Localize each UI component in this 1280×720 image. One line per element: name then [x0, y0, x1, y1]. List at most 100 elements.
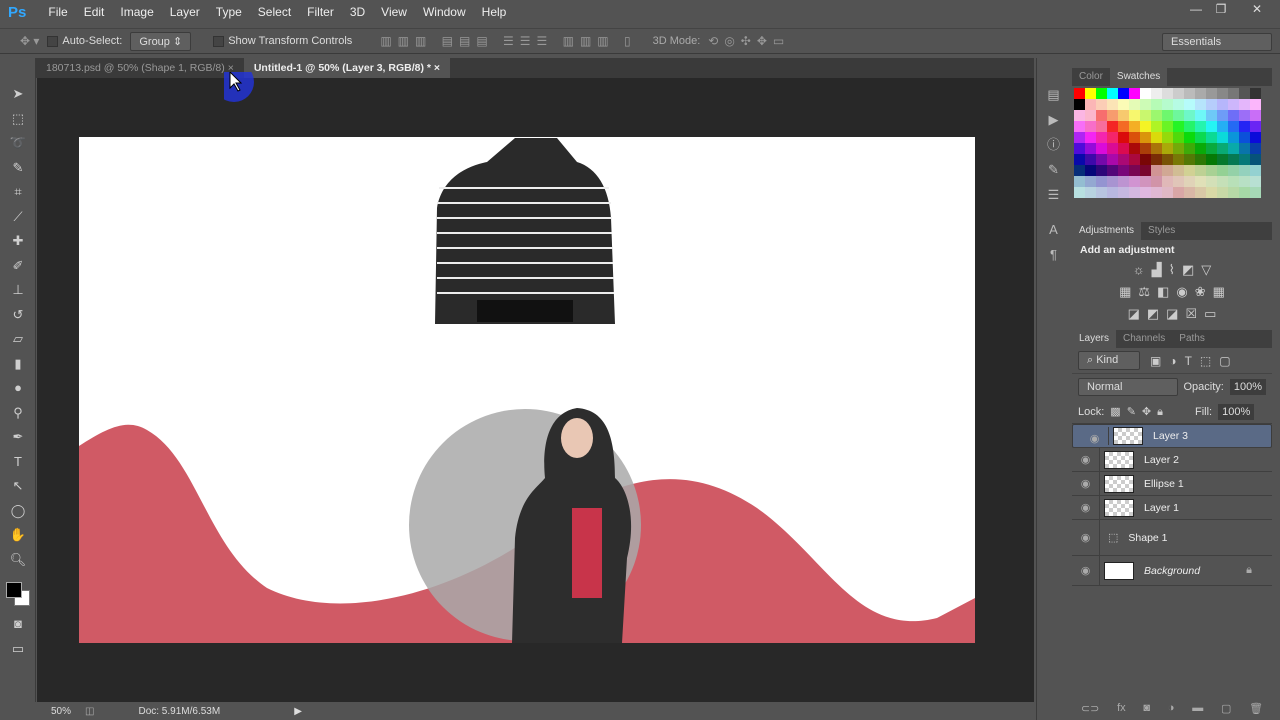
swatch[interactable] — [1129, 187, 1140, 198]
swatch[interactable] — [1206, 110, 1217, 121]
swatch[interactable] — [1206, 121, 1217, 132]
swatch[interactable] — [1096, 176, 1107, 187]
zoom-tool-icon[interactable]: 🔍︎ — [0, 548, 36, 573]
swatch[interactable] — [1096, 132, 1107, 143]
menu-view[interactable]: View — [373, 5, 415, 19]
layer-row-layer-1[interactable]: ◉ Layer 1 — [1072, 496, 1272, 520]
swatch[interactable] — [1228, 121, 1239, 132]
swatch[interactable] — [1173, 176, 1184, 187]
swatch[interactable] — [1096, 143, 1107, 154]
swatch[interactable] — [1118, 154, 1129, 165]
swatch[interactable] — [1074, 165, 1085, 176]
swatch[interactable] — [1140, 165, 1151, 176]
fill-input[interactable]: 100% — [1218, 403, 1255, 420]
swatch[interactable] — [1228, 143, 1239, 154]
workspace-dropdown[interactable]: Essentials — [1162, 33, 1272, 51]
swatch[interactable] — [1129, 154, 1140, 165]
swatch[interactable] — [1140, 121, 1151, 132]
type-tool-icon[interactable]: T — [0, 450, 36, 475]
swatch[interactable] — [1162, 121, 1173, 132]
kind-filter[interactable]: ⌕ Kind — [1078, 351, 1140, 370]
swatch[interactable] — [1162, 154, 1173, 165]
swatch[interactable] — [1184, 165, 1195, 176]
swatch[interactable] — [1239, 165, 1250, 176]
swatch[interactable] — [1074, 99, 1085, 110]
swatch[interactable] — [1096, 88, 1107, 99]
swatch[interactable] — [1162, 88, 1173, 99]
swatch[interactable] — [1239, 110, 1250, 121]
stamp-tool-icon[interactable]: ⊥ — [0, 278, 36, 303]
swatch[interactable] — [1118, 121, 1129, 132]
swatch[interactable] — [1074, 132, 1085, 143]
brush-tool-icon[interactable]: ✐ — [0, 254, 36, 279]
swatch[interactable] — [1129, 165, 1140, 176]
swatch[interactable] — [1107, 110, 1118, 121]
swatch[interactable] — [1118, 165, 1129, 176]
swatch[interactable] — [1195, 143, 1206, 154]
3d-mode-icons[interactable]: ⟲◎✣✥▭ — [708, 34, 790, 48]
fx-icon[interactable]: fx — [1117, 702, 1126, 720]
tab-layers[interactable]: Layers — [1072, 330, 1117, 348]
swatch[interactable] — [1162, 165, 1173, 176]
swatch[interactable] — [1162, 176, 1173, 187]
swatch[interactable] — [1129, 88, 1140, 99]
swatch[interactable] — [1107, 143, 1118, 154]
swatch[interactable] — [1228, 132, 1239, 143]
gradient-tool-icon[interactable]: ▮ — [0, 352, 36, 377]
swatch[interactable] — [1195, 165, 1206, 176]
opacity-input[interactable]: 100% — [1229, 379, 1266, 395]
swatch[interactable] — [1085, 99, 1096, 110]
eye-icon[interactable]: ◉ — [1072, 556, 1100, 585]
swatch[interactable] — [1129, 143, 1140, 154]
marquee-tool-icon[interactable]: ⬚ — [0, 107, 36, 132]
swatch[interactable] — [1151, 176, 1162, 187]
history-icon[interactable]: ▤ — [1037, 82, 1070, 107]
move-tool-icon[interactable]: ➤ — [0, 82, 36, 107]
swatch[interactable] — [1096, 99, 1107, 110]
swatch[interactable] — [1140, 88, 1151, 99]
eye-icon[interactable]: ◉ — [1072, 472, 1100, 495]
swatch[interactable] — [1250, 176, 1261, 187]
swatch[interactable] — [1173, 187, 1184, 198]
swatch[interactable] — [1206, 176, 1217, 187]
eye-icon[interactable]: ◉ — [1081, 427, 1109, 445]
swatch[interactable] — [1129, 121, 1140, 132]
menu-window[interactable]: Window — [415, 5, 474, 19]
swatch[interactable] — [1107, 132, 1118, 143]
swatch[interactable] — [1129, 99, 1140, 110]
tab-styles[interactable]: Styles — [1141, 222, 1182, 240]
swatch[interactable] — [1096, 187, 1107, 198]
auto-select-dropdown[interactable]: Group ⇕ — [130, 31, 192, 51]
swatch[interactable] — [1228, 110, 1239, 121]
swatch[interactable] — [1250, 88, 1261, 99]
swatch[interactable] — [1085, 176, 1096, 187]
swatch[interactable] — [1074, 176, 1085, 187]
swatch[interactable] — [1085, 187, 1096, 198]
swatch[interactable] — [1107, 121, 1118, 132]
swatch[interactable] — [1107, 165, 1118, 176]
swatch[interactable] — [1206, 154, 1217, 165]
swatch[interactable] — [1228, 154, 1239, 165]
swatch[interactable] — [1217, 99, 1228, 110]
swatch[interactable] — [1206, 99, 1217, 110]
swatch[interactable] — [1140, 132, 1151, 143]
menu-type[interactable]: Type — [208, 5, 250, 19]
swatch[interactable] — [1195, 154, 1206, 165]
zoom-level[interactable]: 50% — [51, 706, 71, 717]
swatch[interactable] — [1206, 132, 1217, 143]
trash-icon[interactable]: 🗑︎ — [1249, 702, 1263, 720]
mask-icon[interactable]: ◙ — [1143, 702, 1150, 720]
align-icons[interactable]: ▥▥▥ ▤▤▤ ☰☰☰ ▥▥▥ ▯ — [380, 34, 636, 48]
ellipse-tool-icon[interactable]: ◯ — [0, 499, 36, 524]
swatch[interactable] — [1173, 99, 1184, 110]
eye-icon[interactable]: ◉ — [1072, 520, 1100, 555]
swatch[interactable] — [1140, 99, 1151, 110]
swatch[interactable] — [1239, 187, 1250, 198]
swatch[interactable] — [1195, 121, 1206, 132]
swatch[interactable] — [1173, 121, 1184, 132]
menu-image[interactable]: Image — [112, 5, 161, 19]
filter-icons[interactable]: ▣◑T⬚▢ — [1150, 354, 1239, 368]
swatch[interactable] — [1162, 143, 1173, 154]
swatch[interactable] — [1239, 132, 1250, 143]
swatch[interactable] — [1151, 187, 1162, 198]
